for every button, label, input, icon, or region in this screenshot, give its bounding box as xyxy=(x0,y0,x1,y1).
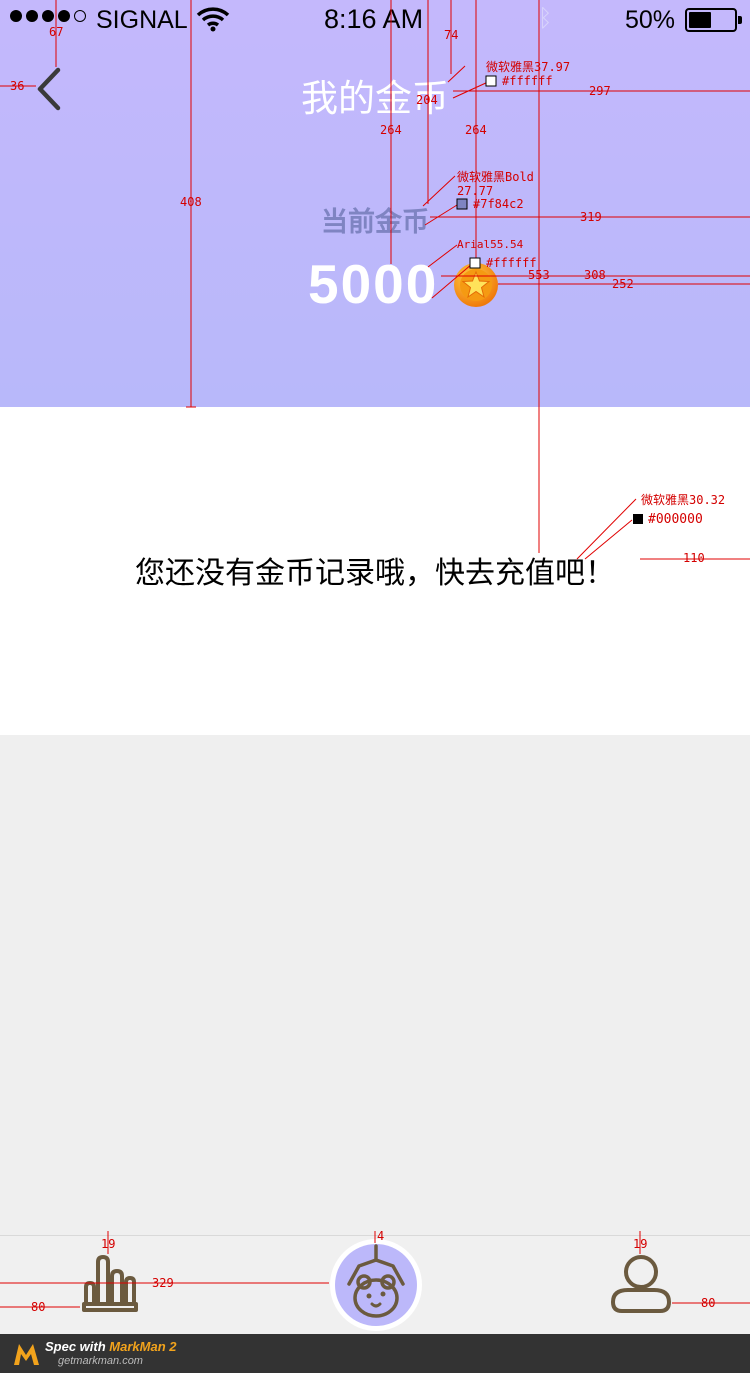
markman-logo-icon xyxy=(14,1344,39,1365)
current-coins-label: 当前金币 xyxy=(321,207,429,238)
status-time: 8:16 AM xyxy=(324,4,424,34)
measure-label: 19 xyxy=(633,1237,648,1251)
font-annotation: 微软雅黑Bold xyxy=(457,170,534,184)
coin-amount: 5000 xyxy=(308,253,439,315)
footer-spec-prefix: Spec with xyxy=(45,1339,110,1354)
page-title: 我的金币 xyxy=(301,77,449,120)
wifi-icon xyxy=(196,7,230,32)
signal-dots xyxy=(10,10,86,22)
signal-dot xyxy=(26,10,38,22)
signal-dot xyxy=(58,10,70,22)
user-icon[interactable] xyxy=(610,1254,672,1314)
footer-brand: MarkMan 2 xyxy=(109,1339,177,1354)
measure-label: 110 xyxy=(683,551,705,565)
measure-label: 553 xyxy=(528,268,550,282)
measure-label: 74 xyxy=(444,28,459,42)
hand-icon[interactable] xyxy=(80,1254,140,1314)
measure-label: 67 xyxy=(49,25,64,39)
measure-label: 80 xyxy=(31,1300,46,1314)
measure-label: 308 xyxy=(584,268,606,282)
battery-icon xyxy=(685,8,742,32)
empty-records-message: 您还没有金币记录哦，快去充值吧！ xyxy=(135,556,615,591)
measure-label: 4 xyxy=(377,1229,385,1243)
signal-dot xyxy=(10,10,22,22)
color-annotation: #7f84c2 xyxy=(473,197,524,211)
font-annotation: 微软雅黑37.97 xyxy=(486,60,571,74)
font-annotation: 27.77 xyxy=(457,184,494,198)
measure-label: 36 xyxy=(10,79,25,93)
bear-claw-icon xyxy=(347,1244,405,1318)
battery-level xyxy=(689,12,711,28)
status-bar: SIGNAL 8:16 AM ᛒ 50% xyxy=(0,0,750,40)
font-annotation: 微软雅黑30.32 xyxy=(641,493,726,507)
color-annotation: #ffffff xyxy=(486,256,537,270)
tab-claw-machine[interactable] xyxy=(330,1239,422,1331)
markman-footer: Spec with MarkMan 2 getmarkman.com xyxy=(0,1334,750,1373)
measure-label: 264 xyxy=(465,123,487,137)
measure-label: 408 xyxy=(180,195,202,209)
measure-label: 297 xyxy=(589,84,611,98)
carrier-name: SIGNAL xyxy=(96,6,188,34)
measure-label: 80 xyxy=(701,1296,716,1310)
footer-site: getmarkman.com xyxy=(58,1355,143,1367)
measure-label: 204 xyxy=(416,93,438,107)
font-annotation: Arial55.54 xyxy=(457,238,524,251)
bluetooth-icon: ᛒ xyxy=(538,5,553,32)
signal-dot-empty xyxy=(74,10,86,22)
color-annotation: #000000 xyxy=(648,512,703,527)
signal-dot xyxy=(42,10,54,22)
battery-percent: 50% xyxy=(625,6,676,34)
measure-label: 264 xyxy=(380,123,402,137)
measure-label: 329 xyxy=(152,1276,174,1290)
measure-label: 252 xyxy=(612,277,634,291)
measure-label: 319 xyxy=(580,210,602,224)
color-annotation: #ffffff xyxy=(502,74,553,88)
measure-label: 19 xyxy=(101,1237,116,1251)
